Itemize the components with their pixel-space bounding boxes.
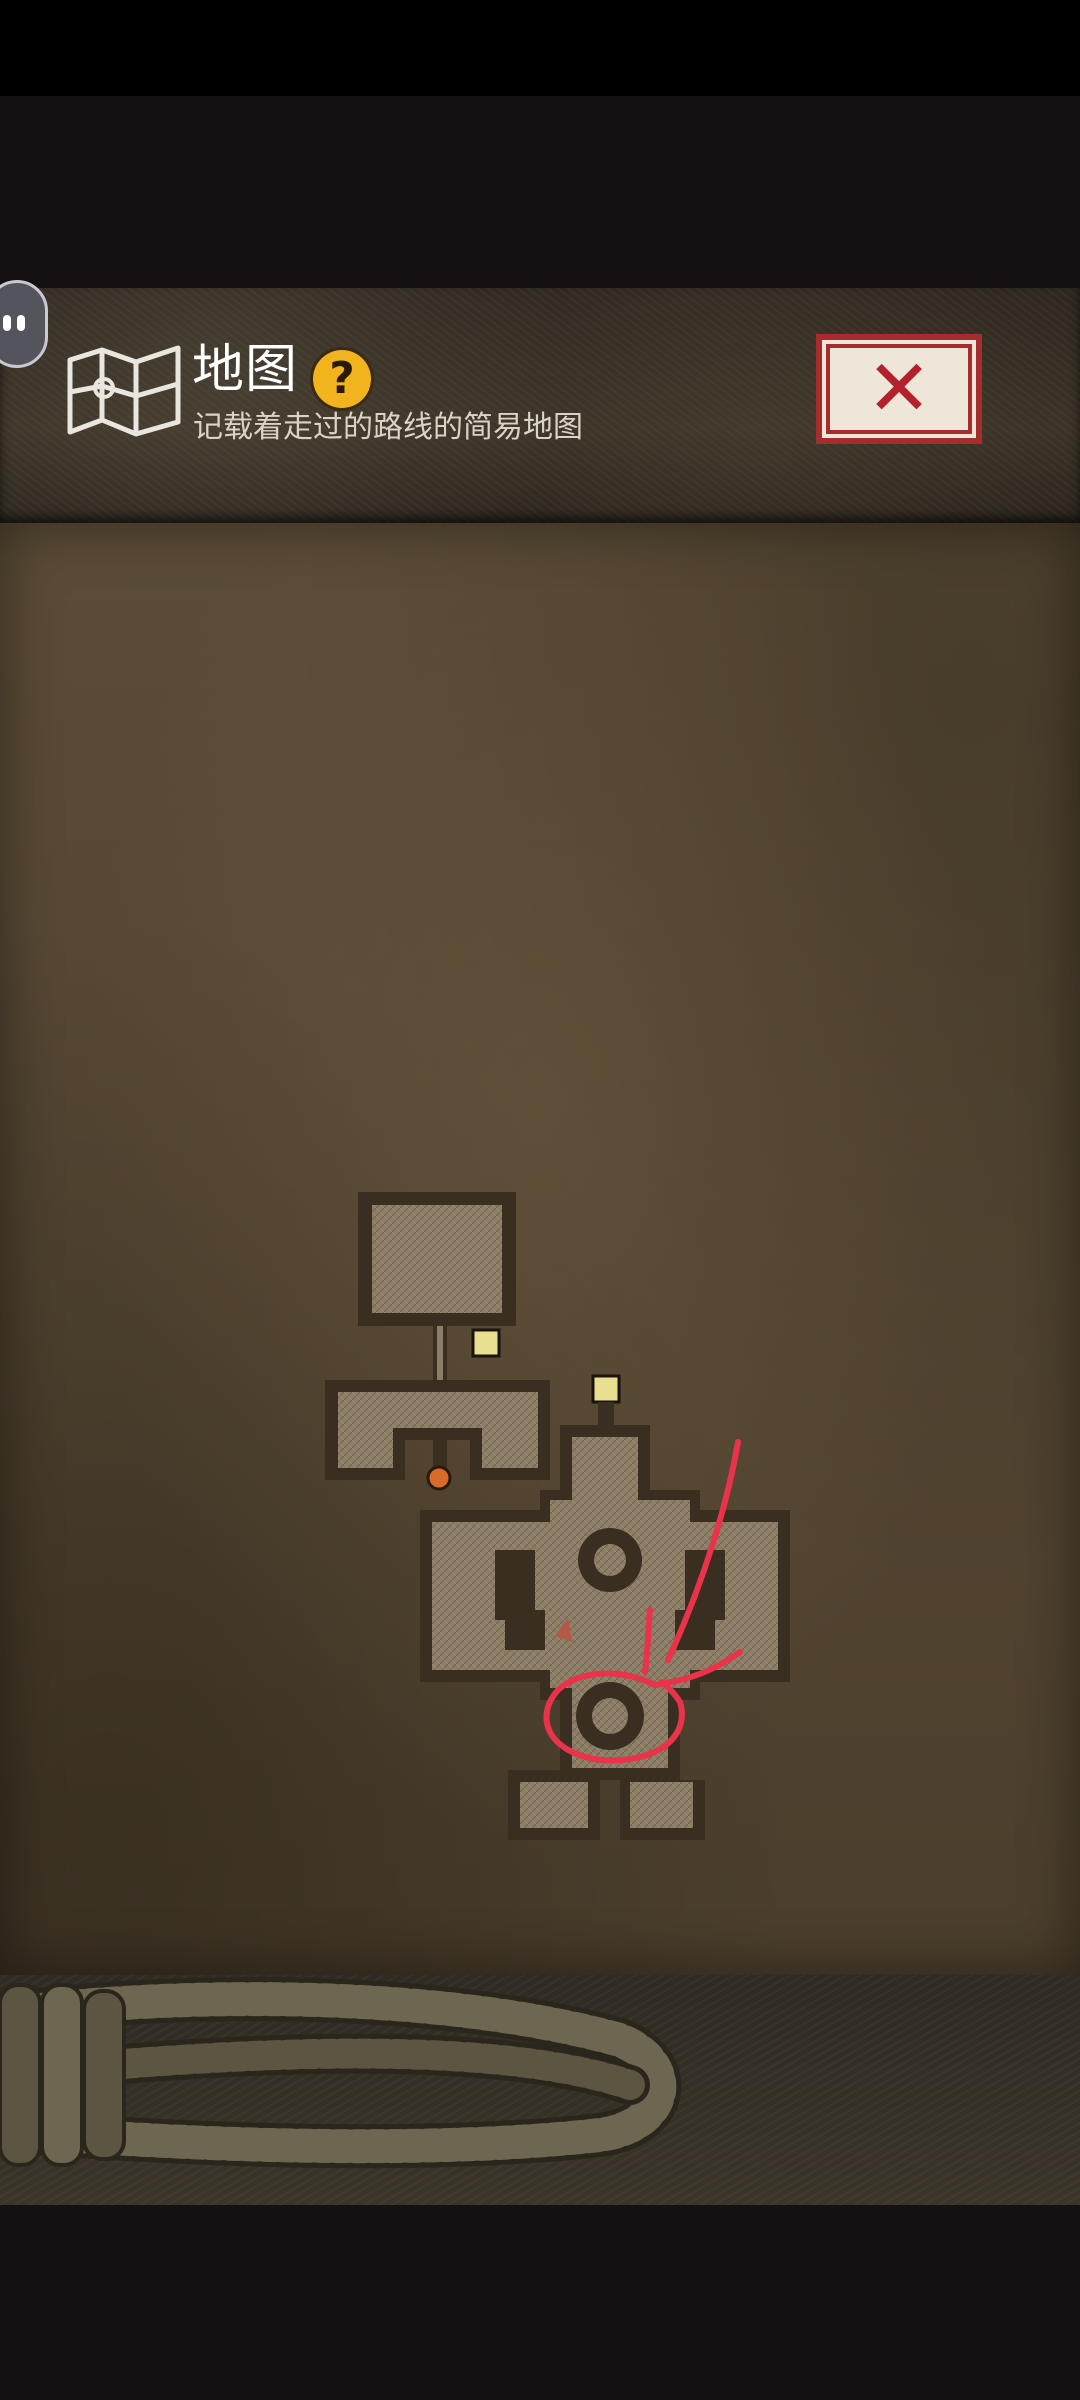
close-button[interactable]: ✕ <box>816 334 982 444</box>
status-bar <box>0 0 1080 96</box>
rope-decoration <box>0 1977 682 2169</box>
floating-assistant-icon[interactable] <box>0 280 48 368</box>
map-icon <box>67 345 181 437</box>
help-icon[interactable]: ? <box>313 350 371 408</box>
map-parchment <box>0 523 1080 1975</box>
floating-dot-right <box>17 315 25 331</box>
close-icon: ✕ <box>866 344 932 434</box>
page-subtitle: 记载着走过的路线的简易地图 <box>193 410 583 445</box>
top-margin <box>0 96 1080 288</box>
page-title: 地图 <box>192 340 299 400</box>
floating-dot-left <box>3 315 11 331</box>
navigation-bar <box>0 2205 1080 2400</box>
